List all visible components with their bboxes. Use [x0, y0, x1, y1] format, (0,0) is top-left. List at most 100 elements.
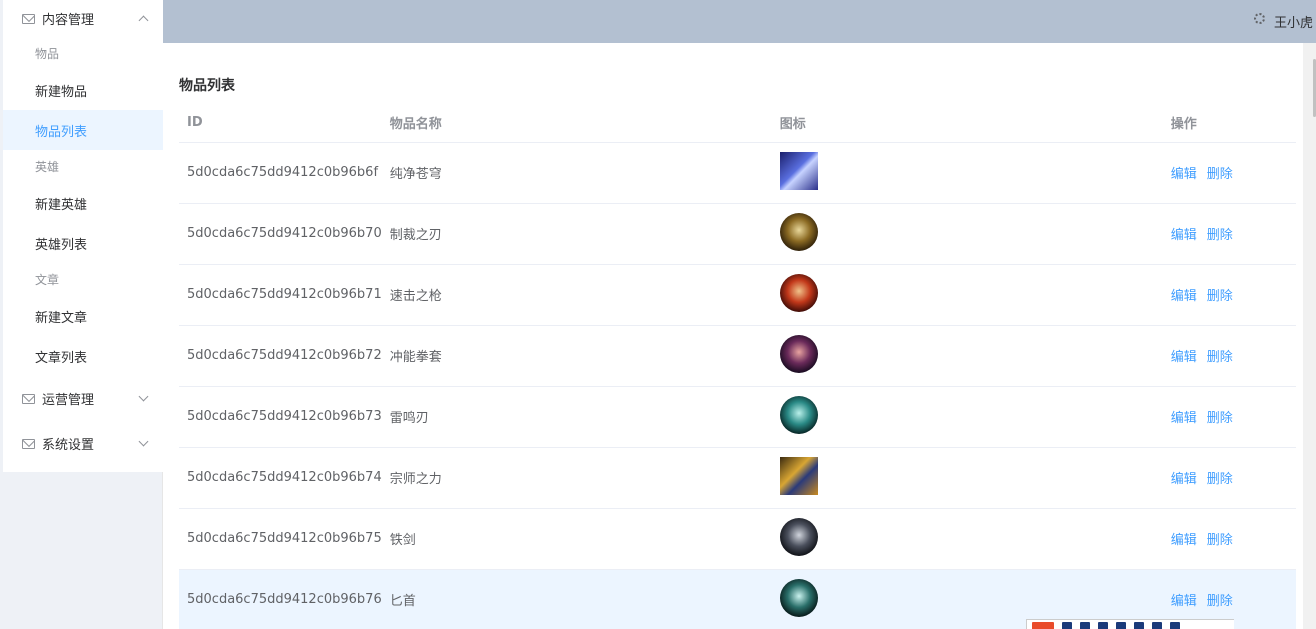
delete-button[interactable]: 删除 [1207, 167, 1233, 182]
sidebar-item-article-list[interactable]: 文章列表 [3, 336, 163, 376]
cell-ops: 编辑 删除 [1162, 447, 1296, 509]
submenu-operations[interactable]: 运营管理 [3, 376, 163, 421]
top-header: 王小虎 [163, 0, 1316, 43]
sidebar-item-item-list[interactable]: 物品列表 [3, 110, 163, 150]
cell-ops: 编辑 删除 [1162, 325, 1296, 387]
table-row: 5d0cda6c75dd9412c0b96b72 冲能拳套 编辑 删除 [179, 325, 1296, 387]
column-header-icon: 图标 [771, 104, 1163, 143]
cell-icon [771, 325, 1163, 387]
table-row: 5d0cda6c75dd9412c0b96b71 速击之枪 编辑 删除 [179, 264, 1296, 326]
delete-button[interactable]: 删除 [1207, 289, 1233, 304]
edit-button[interactable]: 编辑 [1171, 411, 1197, 426]
cell-name: 雷鸣刃 [381, 386, 772, 448]
edit-button[interactable]: 编辑 [1171, 289, 1197, 304]
table-row: 5d0cda6c75dd9412c0b96b75 铁剑 编辑 删除 [179, 508, 1296, 570]
cell-name: 纯净苍穹 [381, 142, 772, 204]
submenu-label: 系统设置 [42, 438, 95, 453]
group-title-articles: 文章 [35, 273, 60, 287]
cell-id: 5d0cda6c75dd9412c0b96b6f [179, 142, 382, 204]
mail-icon [22, 13, 35, 24]
toolbar-icon[interactable] [1134, 622, 1144, 629]
table-header-row: ID 物品名称 图标 操作 [179, 104, 1296, 143]
item-image [779, 517, 818, 556]
edit-button[interactable]: 编辑 [1171, 533, 1197, 548]
cell-icon [771, 386, 1163, 448]
gear-icon[interactable] [1254, 13, 1265, 24]
cell-icon [771, 264, 1163, 326]
cell-id: 5d0cda6c75dd9412c0b96b76 [179, 569, 382, 629]
toolbar-logo-icon[interactable] [1032, 622, 1054, 629]
floating-toolbar[interactable] [1026, 619, 1234, 629]
cell-ops: 编辑 删除 [1162, 264, 1296, 326]
vertical-scrollbar[interactable] [1303, 43, 1316, 629]
item-image [779, 212, 818, 251]
toolbar-icon[interactable] [1170, 622, 1180, 629]
item-image [779, 334, 818, 373]
chevron-down-icon [138, 436, 149, 447]
cell-icon [771, 203, 1163, 265]
edit-button[interactable]: 编辑 [1171, 594, 1197, 609]
cell-ops: 编辑 删除 [1162, 508, 1296, 570]
item-image [779, 151, 818, 190]
item-image [779, 456, 818, 495]
toolbar-icon[interactable] [1152, 622, 1162, 629]
delete-button[interactable]: 删除 [1207, 228, 1233, 243]
table-row: 5d0cda6c75dd9412c0b96b74 宗师之力 编辑 删除 [179, 447, 1296, 509]
sidebar-item-hero-list[interactable]: 英雄列表 [3, 223, 163, 263]
cell-icon [771, 447, 1163, 509]
toolbar-icon[interactable] [1062, 622, 1072, 629]
toolbar-icon[interactable] [1098, 622, 1108, 629]
item-image [779, 578, 818, 617]
cell-name: 宗师之力 [381, 447, 772, 509]
cell-ops: 编辑 删除 [1162, 203, 1296, 265]
item-image [779, 395, 818, 434]
sidebar: 内容管理 物品 新建物品 物品列表 英雄 新建英雄 英雄列表 文章 新建文章 文… [0, 0, 163, 629]
cell-name: 匕首 [381, 569, 772, 629]
edit-button[interactable]: 编辑 [1171, 350, 1197, 365]
toolbar-icon[interactable] [1080, 622, 1090, 629]
cell-id: 5d0cda6c75dd9412c0b96b71 [179, 264, 382, 326]
sidebar-item-new-hero[interactable]: 新建英雄 [3, 183, 163, 223]
cell-id: 5d0cda6c75dd9412c0b96b74 [179, 447, 382, 509]
cell-ops: 编辑 删除 [1162, 142, 1296, 204]
item-image [779, 273, 818, 312]
column-header-ops: 操作 [1162, 104, 1296, 143]
cell-icon [771, 142, 1163, 204]
edit-button[interactable]: 编辑 [1171, 167, 1197, 182]
mail-icon [22, 393, 35, 404]
sidebar-item-new-item[interactable]: 新建物品 [3, 70, 163, 110]
cell-name: 速击之枪 [381, 264, 772, 326]
delete-button[interactable]: 删除 [1207, 533, 1233, 548]
submenu-system-settings[interactable]: 系统设置 [3, 421, 163, 466]
items-table: ID 物品名称 图标 操作 5d0cda6c75dd9412c0b96b6f 纯… [179, 104, 1296, 629]
delete-button[interactable]: 删除 [1207, 594, 1233, 609]
toolbar-icon[interactable] [1116, 622, 1126, 629]
cell-name: 制裁之刃 [381, 203, 772, 265]
column-header-name: 物品名称 [381, 104, 772, 143]
submenu-label: 内容管理 [42, 13, 95, 28]
main-content: 物品列表 ID 物品名称 图标 操作 5d0cda6c75dd9412c0b96… [163, 43, 1303, 629]
group-title-items: 物品 [35, 47, 60, 61]
sidebar-item-new-article[interactable]: 新建文章 [3, 296, 163, 336]
submenu-content-management[interactable]: 内容管理 [3, 0, 163, 37]
cell-icon [771, 508, 1163, 570]
user-name[interactable]: 王小虎 [1274, 12, 1313, 31]
cell-id: 5d0cda6c75dd9412c0b96b75 [179, 508, 382, 570]
cell-id: 5d0cda6c75dd9412c0b96b70 [179, 203, 382, 265]
cell-name: 冲能拳套 [381, 325, 772, 387]
delete-button[interactable]: 删除 [1207, 350, 1233, 365]
table-row: 5d0cda6c75dd9412c0b96b70 制裁之刃 编辑 删除 [179, 203, 1296, 265]
cell-id: 5d0cda6c75dd9412c0b96b73 [179, 386, 382, 448]
delete-button[interactable]: 删除 [1207, 411, 1233, 426]
delete-button[interactable]: 删除 [1207, 472, 1233, 487]
edit-button[interactable]: 编辑 [1171, 472, 1197, 487]
mail-icon [22, 438, 35, 449]
cell-id: 5d0cda6c75dd9412c0b96b72 [179, 325, 382, 387]
submenu-label: 运营管理 [42, 393, 95, 408]
cell-name: 铁剑 [381, 508, 772, 570]
table-row: 5d0cda6c75dd9412c0b96b73 雷鸣刃 编辑 删除 [179, 386, 1296, 448]
chevron-up-icon [138, 15, 149, 26]
edit-button[interactable]: 编辑 [1171, 228, 1197, 243]
sidebar-menu: 内容管理 物品 新建物品 物品列表 英雄 新建英雄 英雄列表 文章 新建文章 文… [3, 0, 163, 472]
table-row: 5d0cda6c75dd9412c0b96b6f 纯净苍穹 编辑 删除 [179, 142, 1296, 204]
